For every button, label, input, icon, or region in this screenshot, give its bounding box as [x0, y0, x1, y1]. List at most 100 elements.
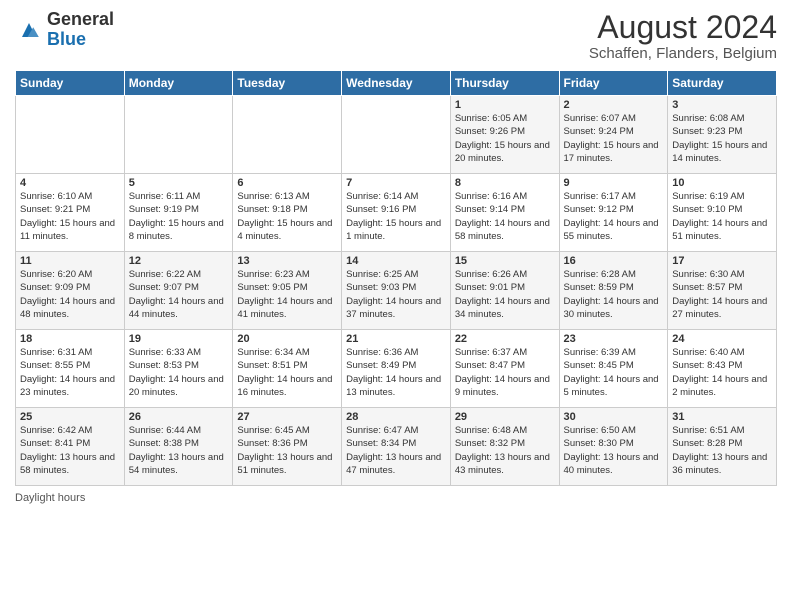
day-number: 17	[672, 255, 772, 267]
calendar-cell: 22Sunrise: 6:37 AMSunset: 8:47 PMDayligh…	[450, 330, 559, 408]
daylight-text: Daylight: 15 hours and 11 minutes.	[20, 217, 120, 244]
calendar-cell: 8Sunrise: 6:16 AMSunset: 9:14 PMDaylight…	[450, 174, 559, 252]
col-sunday: Sunday	[16, 71, 125, 96]
daylight-text: Daylight: 14 hours and 23 minutes.	[20, 373, 120, 400]
calendar-cell: 3Sunrise: 6:08 AMSunset: 9:23 PMDaylight…	[668, 96, 777, 174]
calendar-cell: 16Sunrise: 6:28 AMSunset: 8:59 PMDayligh…	[559, 252, 668, 330]
day-number: 28	[346, 411, 446, 423]
sunrise-text: Sunrise: 6:13 AM	[237, 190, 337, 203]
calendar-cell: 25Sunrise: 6:42 AMSunset: 8:41 PMDayligh…	[16, 408, 125, 486]
sunset-text: Sunset: 9:24 PM	[564, 125, 664, 138]
sunset-text: Sunset: 9:21 PM	[20, 203, 120, 216]
daylight-text: Daylight: 13 hours and 51 minutes.	[237, 451, 337, 478]
sunrise-text: Sunrise: 6:39 AM	[564, 346, 664, 359]
day-number: 30	[564, 411, 664, 423]
sunset-text: Sunset: 9:14 PM	[455, 203, 555, 216]
day-number: 27	[237, 411, 337, 423]
day-number: 16	[564, 255, 664, 267]
calendar-cell: 14Sunrise: 6:25 AMSunset: 9:03 PMDayligh…	[342, 252, 451, 330]
daylight-text: Daylight: 15 hours and 17 minutes.	[564, 139, 664, 166]
daylight-text: Daylight: 14 hours and 20 minutes.	[129, 373, 229, 400]
daylight-text: Daylight: 14 hours and 5 minutes.	[564, 373, 664, 400]
daylight-text: Daylight: 14 hours and 58 minutes.	[455, 217, 555, 244]
day-number: 15	[455, 255, 555, 267]
col-tuesday: Tuesday	[233, 71, 342, 96]
sunrise-text: Sunrise: 6:44 AM	[129, 424, 229, 437]
calendar-cell: 6Sunrise: 6:13 AMSunset: 9:18 PMDaylight…	[233, 174, 342, 252]
calendar-cell: 20Sunrise: 6:34 AMSunset: 8:51 PMDayligh…	[233, 330, 342, 408]
calendar-cell: 23Sunrise: 6:39 AMSunset: 8:45 PMDayligh…	[559, 330, 668, 408]
daylight-text: Daylight: 13 hours and 47 minutes.	[346, 451, 446, 478]
daylight-text: Daylight: 15 hours and 20 minutes.	[455, 139, 555, 166]
sunrise-text: Sunrise: 6:28 AM	[564, 268, 664, 281]
daylight-text: Daylight: 15 hours and 14 minutes.	[672, 139, 772, 166]
sunrise-text: Sunrise: 6:47 AM	[346, 424, 446, 437]
logo: General Blue	[15, 10, 114, 50]
sunset-text: Sunset: 8:51 PM	[237, 359, 337, 372]
sunset-text: Sunset: 8:47 PM	[455, 359, 555, 372]
sunrise-text: Sunrise: 6:25 AM	[346, 268, 446, 281]
sunrise-text: Sunrise: 6:08 AM	[672, 112, 772, 125]
sunset-text: Sunset: 8:28 PM	[672, 437, 772, 450]
col-wednesday: Wednesday	[342, 71, 451, 96]
daylight-text: Daylight: 13 hours and 36 minutes.	[672, 451, 772, 478]
calendar-cell	[16, 96, 125, 174]
col-saturday: Saturday	[668, 71, 777, 96]
sunset-text: Sunset: 8:59 PM	[564, 281, 664, 294]
calendar-cell	[342, 96, 451, 174]
calendar-cell: 17Sunrise: 6:30 AMSunset: 8:57 PMDayligh…	[668, 252, 777, 330]
calendar-cell: 21Sunrise: 6:36 AMSunset: 8:49 PMDayligh…	[342, 330, 451, 408]
day-number: 2	[564, 99, 664, 111]
day-number: 1	[455, 99, 555, 111]
calendar-cell: 30Sunrise: 6:50 AMSunset: 8:30 PMDayligh…	[559, 408, 668, 486]
calendar-cell: 18Sunrise: 6:31 AMSunset: 8:55 PMDayligh…	[16, 330, 125, 408]
daylight-text: Daylight: 14 hours and 44 minutes.	[129, 295, 229, 322]
daylight-text: Daylight: 15 hours and 1 minute.	[346, 217, 446, 244]
daylight-text: Daylight: 15 hours and 4 minutes.	[237, 217, 337, 244]
sunrise-text: Sunrise: 6:36 AM	[346, 346, 446, 359]
sunrise-text: Sunrise: 6:33 AM	[129, 346, 229, 359]
daylight-text: Daylight: 14 hours and 37 minutes.	[346, 295, 446, 322]
sunset-text: Sunset: 8:53 PM	[129, 359, 229, 372]
sunrise-text: Sunrise: 6:07 AM	[564, 112, 664, 125]
sunset-text: Sunset: 9:19 PM	[129, 203, 229, 216]
day-number: 29	[455, 411, 555, 423]
day-number: 18	[20, 333, 120, 345]
sunrise-text: Sunrise: 6:14 AM	[346, 190, 446, 203]
sunset-text: Sunset: 9:09 PM	[20, 281, 120, 294]
sunrise-text: Sunrise: 6:45 AM	[237, 424, 337, 437]
calendar-cell: 2Sunrise: 6:07 AMSunset: 9:24 PMDaylight…	[559, 96, 668, 174]
calendar-cell: 10Sunrise: 6:19 AMSunset: 9:10 PMDayligh…	[668, 174, 777, 252]
daylight-text: Daylight: 14 hours and 30 minutes.	[564, 295, 664, 322]
sunrise-text: Sunrise: 6:30 AM	[672, 268, 772, 281]
daylight-text: Daylight: 13 hours and 54 minutes.	[129, 451, 229, 478]
calendar-cell: 28Sunrise: 6:47 AMSunset: 8:34 PMDayligh…	[342, 408, 451, 486]
sunset-text: Sunset: 8:57 PM	[672, 281, 772, 294]
calendar-cell: 4Sunrise: 6:10 AMSunset: 9:21 PMDaylight…	[16, 174, 125, 252]
daylight-text: Daylight: 14 hours and 13 minutes.	[346, 373, 446, 400]
day-number: 10	[672, 177, 772, 189]
sunrise-text: Sunrise: 6:40 AM	[672, 346, 772, 359]
sunrise-text: Sunrise: 6:42 AM	[20, 424, 120, 437]
sunset-text: Sunset: 8:45 PM	[564, 359, 664, 372]
sunset-text: Sunset: 8:49 PM	[346, 359, 446, 372]
calendar-week-row: 18Sunrise: 6:31 AMSunset: 8:55 PMDayligh…	[16, 330, 777, 408]
calendar-cell	[124, 96, 233, 174]
daylight-text: Daylight: 14 hours and 9 minutes.	[455, 373, 555, 400]
day-number: 6	[237, 177, 337, 189]
calendar-cell: 26Sunrise: 6:44 AMSunset: 8:38 PMDayligh…	[124, 408, 233, 486]
sunset-text: Sunset: 9:23 PM	[672, 125, 772, 138]
sunrise-text: Sunrise: 6:11 AM	[129, 190, 229, 203]
calendar-cell: 9Sunrise: 6:17 AMSunset: 9:12 PMDaylight…	[559, 174, 668, 252]
calendar-cell: 5Sunrise: 6:11 AMSunset: 9:19 PMDaylight…	[124, 174, 233, 252]
sunrise-text: Sunrise: 6:48 AM	[455, 424, 555, 437]
sunset-text: Sunset: 9:18 PM	[237, 203, 337, 216]
daylight-text: Daylight: 14 hours and 41 minutes.	[237, 295, 337, 322]
daylight-text: Daylight: 15 hours and 8 minutes.	[129, 217, 229, 244]
sunrise-text: Sunrise: 6:19 AM	[672, 190, 772, 203]
sunset-text: Sunset: 9:12 PM	[564, 203, 664, 216]
daylight-text: Daylight: 13 hours and 43 minutes.	[455, 451, 555, 478]
day-number: 13	[237, 255, 337, 267]
calendar-body: 1Sunrise: 6:05 AMSunset: 9:26 PMDaylight…	[16, 96, 777, 486]
calendar-cell: 1Sunrise: 6:05 AMSunset: 9:26 PMDaylight…	[450, 96, 559, 174]
